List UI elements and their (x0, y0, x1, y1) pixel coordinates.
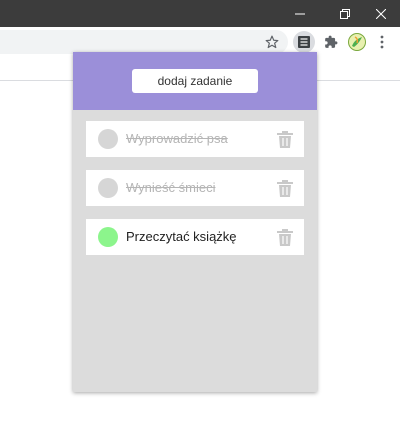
page-divider-right (316, 80, 400, 81)
page-divider-left (0, 80, 74, 81)
trash-icon[interactable] (277, 131, 293, 148)
task-item: Przeczytać książkę (86, 219, 304, 255)
trash-icon[interactable] (277, 229, 293, 246)
profile-avatar-icon[interactable] (346, 31, 368, 53)
trash-icon[interactable] (277, 180, 293, 197)
task-item: Wynieść śmieci (86, 170, 304, 206)
todo-popup: dodaj zadanie Wyprowadzić psa Wynieść śm… (73, 52, 317, 392)
window-titlebar (0, 0, 400, 27)
address-bar[interactable] (0, 30, 288, 54)
puzzle-extensions-icon[interactable] (320, 31, 342, 53)
task-check-icon[interactable] (98, 227, 118, 247)
task-label: Wyprowadzić psa (126, 131, 228, 146)
task-label: Wynieść śmieci (126, 180, 216, 195)
close-icon[interactable] (365, 0, 397, 27)
star-icon[interactable] (261, 31, 283, 53)
add-task-button[interactable]: dodaj zadanie (132, 69, 258, 93)
more-menu-icon[interactable] (371, 31, 393, 53)
task-check-icon[interactable] (98, 178, 118, 198)
todo-extension-icon[interactable] (293, 31, 315, 53)
restore-icon[interactable] (329, 0, 361, 27)
task-label: Przeczytać książkę (126, 229, 237, 244)
task-check-icon[interactable] (98, 129, 118, 149)
popup-header: dodaj zadanie (73, 52, 317, 110)
task-item: Wyprowadzić psa (86, 121, 304, 157)
minimize-icon[interactable] (284, 0, 316, 27)
